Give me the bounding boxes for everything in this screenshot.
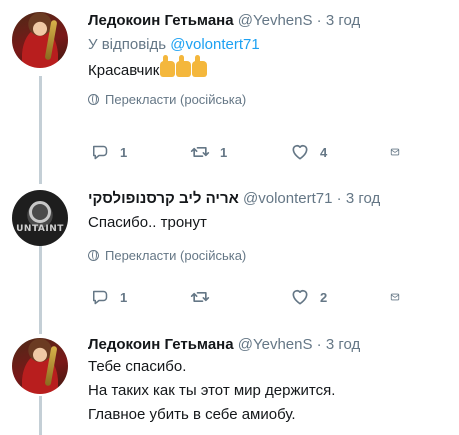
user-handle[interactable]: @volontert71 (243, 190, 332, 207)
tweet-header: Ледокоин Гетьмана @YevhenS · 3 год (88, 11, 447, 31)
tweet-text-line: Главное убить в себе амиобу. (88, 406, 296, 423)
tweet-text: Красавчик (88, 55, 447, 83)
reply-mention-link[interactable]: @volontert71 (170, 36, 259, 53)
translate-label: Перекласти (російська) (105, 92, 247, 107)
retweet-icon (190, 147, 210, 157)
retweet-count: 1 (220, 144, 228, 160)
avatar[interactable] (12, 338, 68, 394)
retweet-button[interactable]: 1 (190, 142, 290, 162)
tweet-3[interactable]: Ледокоин Гетьмана @YevhenS · 3 год Тебе … (0, 328, 459, 435)
tweet-text-line: Тебе спасибо. (88, 358, 187, 375)
dm-button[interactable] (390, 142, 410, 162)
like-button[interactable]: 4 (290, 142, 390, 162)
globe-icon (88, 250, 99, 261)
reply-button[interactable]: 1 (90, 142, 190, 162)
tweet-actions: 1 1 4 (90, 142, 410, 162)
translate-link[interactable]: Перекласти (російська) (88, 247, 447, 265)
dm-button[interactable] (390, 287, 410, 307)
thumbs-up-icon (160, 55, 176, 77)
mace-icon (44, 345, 58, 387)
gas-mask-icon (29, 201, 51, 223)
timestamp[interactable]: 3 год (326, 12, 360, 29)
avatar[interactable]: UNTAINT (12, 190, 68, 246)
retweet-button[interactable] (190, 287, 290, 307)
tweet-header: אריה ליב קרסנופולסקי @volontert71 · 3 го… (88, 189, 447, 209)
mace-icon (44, 19, 58, 61)
like-button[interactable]: 2 (290, 287, 390, 307)
user-name[interactable]: אריה ליב קרסנופולסקי (88, 190, 239, 207)
separator: · (316, 336, 322, 353)
thumbs-up-icon (176, 55, 192, 77)
separator: · (336, 190, 342, 207)
retweet-icon (190, 292, 210, 302)
user-handle[interactable]: @YevhenS (238, 336, 313, 353)
globe-icon (88, 94, 99, 105)
separator: · (316, 12, 322, 29)
tweet-text-body: Красавчик (88, 62, 160, 79)
avatar[interactable] (12, 12, 68, 68)
reply-button[interactable]: 1 (90, 287, 190, 307)
user-name[interactable]: Ледокоин Гетьмана (88, 336, 234, 353)
heart-icon (292, 289, 308, 305)
translate-label: Перекласти (російська) (105, 248, 247, 263)
user-handle[interactable]: @YevhenS (238, 12, 313, 29)
tweet-text-line: На таких как ты этот мир держится. (88, 382, 336, 399)
heart-icon (292, 144, 308, 160)
like-count: 4 (320, 144, 328, 160)
envelope-icon (390, 293, 400, 301)
tweet-text: Тебе спасибо. На таких как ты этот мир д… (88, 355, 447, 427)
timestamp[interactable]: 3 год (346, 190, 380, 207)
thumbs-up-icon (192, 55, 208, 77)
envelope-icon (390, 148, 400, 156)
reply-prefix: У відповідь (88, 36, 167, 53)
reply-icon (93, 145, 108, 160)
user-name[interactable]: Ледокоин Гетьмана (88, 12, 234, 29)
tweet-1[interactable]: Ледокоин Гетьмана @YevhenS · 3 год У від… (0, 0, 459, 180)
tweet-actions: 1 2 (90, 287, 410, 307)
tweet-text: Спасибо.. тронут (88, 214, 207, 231)
reply-icon (93, 290, 108, 305)
timestamp[interactable]: 3 год (326, 336, 360, 353)
reply-count: 1 (120, 289, 128, 305)
tweet-header: Ледокоин Гетьмана @YevhenS · 3 год (88, 335, 447, 355)
reply-count: 1 (120, 144, 128, 160)
tweet-2[interactable]: UNTAINT אריה ליב קרסנופולסקי @volontert7… (0, 180, 459, 328)
translate-link[interactable]: Перекласти (російська) (88, 91, 447, 109)
like-count: 2 (320, 289, 328, 305)
reply-context: У відповідь @volontert71 (88, 35, 447, 55)
avatar-logo-text: UNTAINT (16, 224, 64, 234)
